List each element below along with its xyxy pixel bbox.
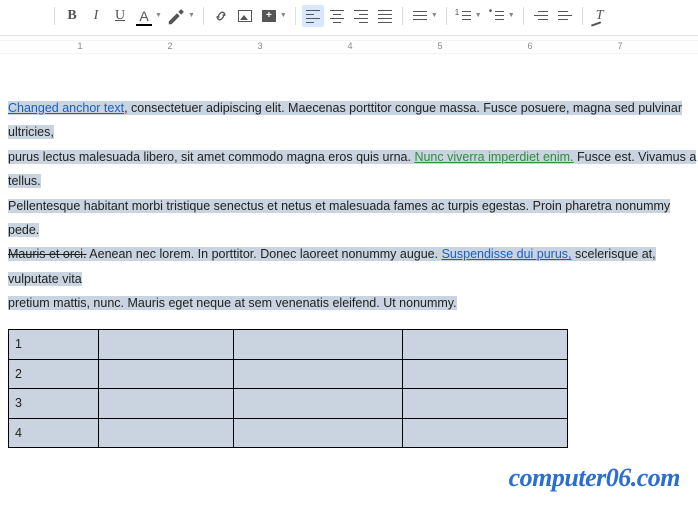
decrease-indent-icon [534, 10, 548, 22]
table-cell[interactable] [233, 359, 403, 388]
align-justify-icon [378, 10, 392, 22]
table-row[interactable]: 2 [9, 359, 568, 388]
ruler-mark: 2 [167, 41, 172, 51]
document-body[interactable]: Changed anchor text, consectetuer adipis… [0, 56, 698, 448]
formatting-toolbar: B I U A ▼ ▼ + ▼ ▼ ▼ ▼ T [0, 0, 698, 36]
body-text: Aenean nec lorem. In porttitor. Donec la… [87, 247, 442, 261]
dropdown-caret-icon[interactable]: ▼ [188, 12, 195, 19]
dropdown-caret-icon[interactable]: ▼ [431, 12, 438, 19]
ruler-mark: 7 [617, 41, 622, 51]
insert-image-button[interactable] [234, 5, 256, 27]
table-cell[interactable] [98, 389, 233, 418]
separator [446, 7, 447, 25]
table-cell[interactable] [98, 330, 233, 359]
bold-button[interactable]: B [61, 5, 83, 27]
body-text: purus lectus malesuada libero, sit amet … [8, 150, 414, 164]
align-center-button[interactable] [326, 5, 348, 27]
align-right-button[interactable] [350, 5, 372, 27]
table-row[interactable]: 1 [9, 330, 568, 359]
decrease-indent-button[interactable] [530, 5, 552, 27]
table-cell[interactable] [403, 418, 568, 447]
dropdown-caret-icon[interactable]: ▼ [508, 12, 515, 19]
table-cell[interactable]: 1 [9, 330, 99, 359]
body-text: Pellentesque habitant morbi tristique se… [8, 199, 670, 237]
line-spacing-icon [413, 10, 427, 22]
hyperlink-suspendisse[interactable]: Suspendisse dui purus, [442, 247, 572, 261]
ruler-ticks: 1 2 3 4 5 6 7 [0, 40, 698, 54]
table-cell[interactable] [403, 330, 568, 359]
align-center-icon [330, 10, 344, 22]
italic-button[interactable]: I [85, 5, 107, 27]
table-cell[interactable] [403, 389, 568, 418]
separator [295, 7, 296, 25]
table-row[interactable]: 4 [9, 418, 568, 447]
body-text: pretium mattis, nunc. Mauris eget neque … [8, 296, 457, 310]
clear-formatting-button[interactable]: T [589, 5, 611, 27]
increase-indent-button[interactable] [554, 5, 576, 27]
strikethrough-text: Mauris et orci. [8, 247, 87, 261]
align-left-button[interactable] [302, 5, 324, 27]
table-cell[interactable]: 3 [9, 389, 99, 418]
separator [523, 7, 524, 25]
underline-button[interactable]: U [109, 5, 131, 27]
align-left-icon [306, 10, 320, 22]
line-spacing-button[interactable] [409, 5, 431, 27]
image-icon [238, 10, 252, 22]
table-row[interactable]: 3 [9, 389, 568, 418]
dropdown-caret-icon[interactable]: ▼ [155, 12, 162, 19]
bulleted-list-button[interactable] [486, 5, 508, 27]
separator [203, 7, 204, 25]
insert-button[interactable]: + [258, 5, 280, 27]
table-cell[interactable] [98, 359, 233, 388]
separator [402, 7, 403, 25]
ruler-mark: 4 [347, 41, 352, 51]
numbered-list-icon [457, 10, 471, 22]
align-justify-button[interactable] [374, 5, 396, 27]
table-cell[interactable] [98, 418, 233, 447]
align-right-icon [354, 10, 368, 22]
bulleted-list-icon [490, 10, 504, 22]
document-table[interactable]: 1 2 3 4 [8, 329, 568, 448]
link-icon [214, 9, 228, 23]
table-cell[interactable] [403, 359, 568, 388]
separator [54, 7, 55, 25]
plus-box-icon: + [262, 10, 276, 22]
hyperlink-changed-anchor[interactable]: Changed anchor text [8, 101, 124, 115]
ruler-mark: 5 [437, 41, 442, 51]
table-cell[interactable]: 4 [9, 418, 99, 447]
dropdown-caret-icon[interactable]: ▼ [475, 12, 482, 19]
ruler-mark: 6 [527, 41, 532, 51]
insert-link-button[interactable] [210, 5, 232, 27]
ruler[interactable]: 1 2 3 4 5 6 7 [0, 36, 698, 56]
separator [582, 7, 583, 25]
ruler-mark: 1 [77, 41, 82, 51]
table-cell[interactable] [233, 418, 403, 447]
table-cell[interactable] [233, 330, 403, 359]
table-cell[interactable]: 2 [9, 359, 99, 388]
table-cell[interactable] [233, 389, 403, 418]
text-color-button[interactable]: A [133, 5, 155, 27]
hyperlink-green[interactable]: Nunc viverra imperdiet enim. [414, 150, 573, 164]
highlighter-icon [166, 5, 188, 27]
watermark-text: computer06.com [509, 463, 680, 493]
increase-indent-icon [558, 10, 572, 22]
highlight-color-button[interactable] [166, 5, 188, 27]
ruler-mark: 3 [257, 41, 262, 51]
numbered-list-button[interactable] [453, 5, 475, 27]
dropdown-caret-icon[interactable]: ▼ [280, 12, 287, 19]
